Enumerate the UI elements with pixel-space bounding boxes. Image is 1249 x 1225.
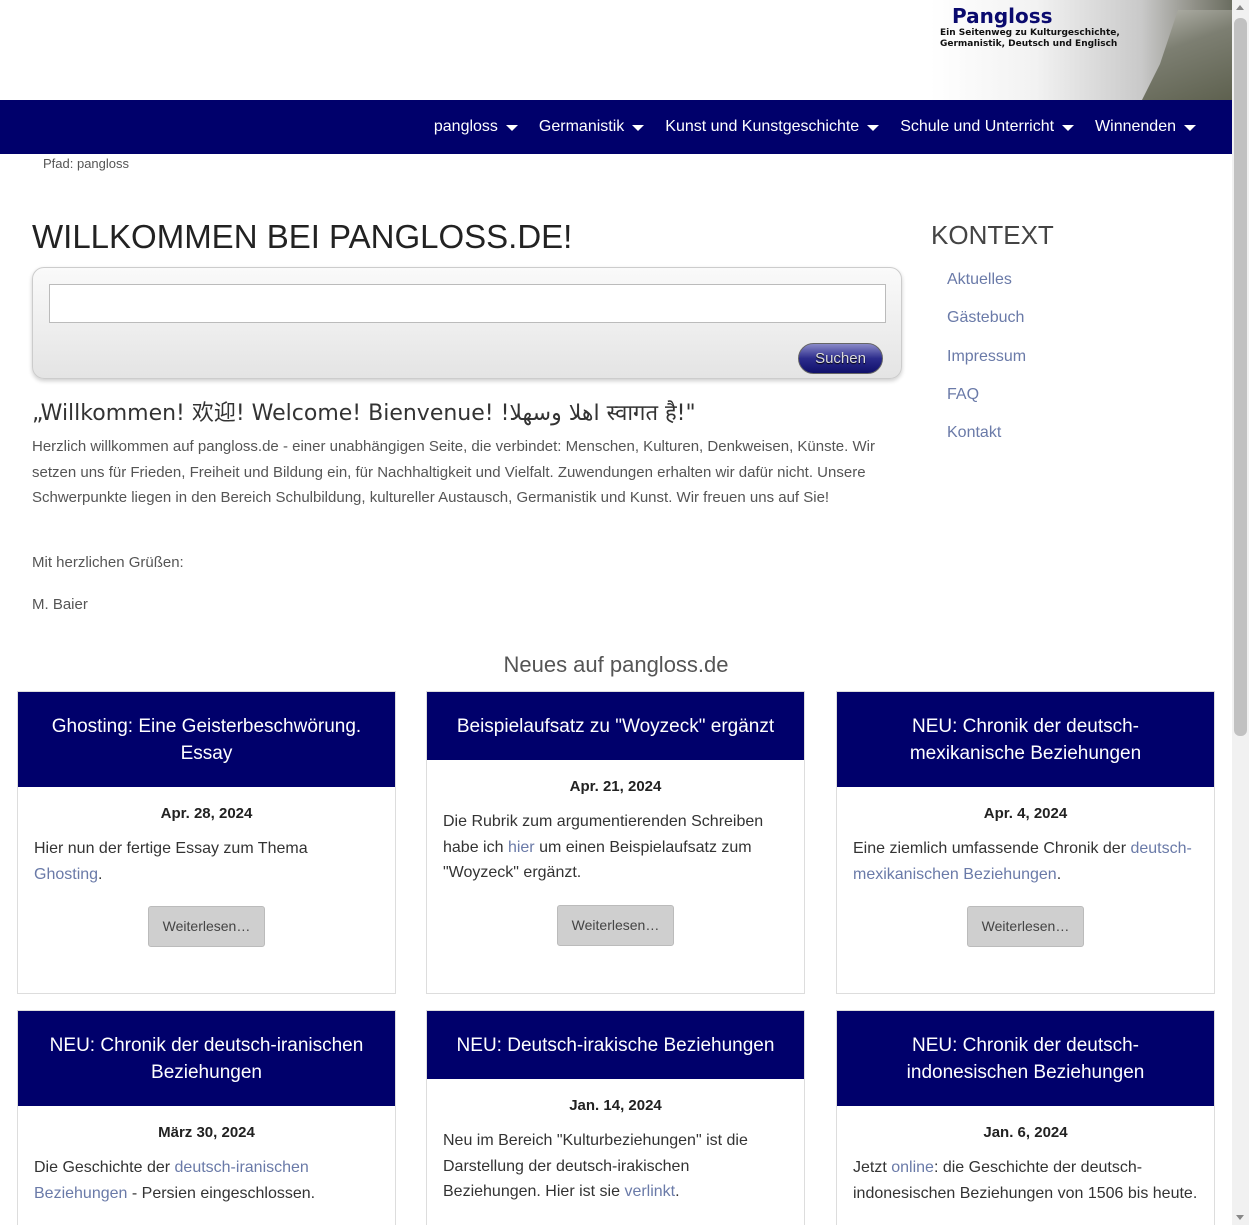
nav-item-label: Schule und Unterricht — [900, 118, 1055, 135]
card-text: Neu im Bereich "Kulturbeziehungen" ist d… — [427, 1128, 804, 1205]
news-title: Neues auf pangloss.de — [503, 652, 729, 677]
card-text-after: - Persien eingeschlossen. — [127, 1184, 316, 1202]
nav-item-label: Germanistik — [538, 118, 625, 135]
card-text: Eine ziemlich umfassende Chronik der deu… — [837, 836, 1214, 887]
card-link[interactable]: hier — [508, 839, 535, 856]
greeting-text: Mit herzlichen Grüßen: — [32, 554, 184, 571]
card-link[interactable]: verlinkt — [624, 1183, 675, 1200]
card-date: Jan. 14, 2024 — [569, 1097, 662, 1114]
card-text-before: Hier nun der fertige Essay zum Thema — [34, 840, 308, 857]
nav-item-germanistik[interactable]: Germanistik — [538, 118, 645, 136]
card-text-before: Neu im Bereich "Kulturbeziehungen" ist d… — [443, 1132, 748, 1200]
nav-item-pangloss[interactable]: pangloss — [434, 118, 518, 136]
scrollbar-thumb[interactable] — [1234, 18, 1247, 736]
card-text-before: Jetzt — [853, 1159, 892, 1176]
card-title[interactable]: NEU: Chronik der deutsch-indonesischen B… — [837, 1011, 1214, 1106]
card-text: Die Geschichte der deutsch-iranischen Be… — [18, 1155, 395, 1206]
sidebar-link-aktuelles[interactable]: Aktuelles — [947, 268, 1026, 306]
news-card: NEU: Deutsch-irakische Beziehungen Jan. … — [426, 1010, 805, 1225]
breadcrumb: Pfad: pangloss — [43, 156, 130, 171]
intro-text: Herzlich willkommen auf pangloss.de - ei… — [32, 438, 875, 506]
read-more-button[interactable]: Weiterlesen… — [148, 906, 265, 947]
caret-down-icon — [632, 125, 645, 131]
caret-down-icon — [867, 125, 880, 131]
card-title[interactable]: NEU: Deutsch-irakische Beziehungen — [427, 1011, 804, 1079]
sidebar-links: Aktuelles Gästebuch Impressum FAQ Kontak… — [947, 268, 1026, 459]
news-card: NEU: Chronik der deutsch-iranischen Bezi… — [17, 1010, 396, 1225]
sidebar-title: KONTEXT — [931, 220, 1054, 250]
nav-item-label: Kunst und Kunstgeschichte — [665, 118, 860, 135]
sidebar-link-gaestebuch[interactable]: Gästebuch — [947, 306, 1026, 344]
nav-item-label: pangloss — [433, 118, 498, 135]
sidebar-link-impressum[interactable]: Impressum — [947, 345, 1026, 383]
nav-item-winnenden[interactable]: Winnenden — [1095, 118, 1196, 136]
logo-subtitle: Ein Seitenweg zu Kulturgeschichte, Germa… — [940, 28, 1130, 50]
card-date: Apr. 4, 2024 — [983, 805, 1068, 822]
card-title[interactable]: NEU: Chronik der deutsch-mexikanische Be… — [837, 692, 1214, 787]
nav-item-label: Winnenden — [1095, 118, 1176, 135]
card-title[interactable]: NEU: Chronik der deutsch-iranischen Bezi… — [18, 1011, 395, 1106]
card-text-after: . — [98, 865, 103, 883]
news-card: Beispielaufsatz zu "Woyzeck" ergänzt Apr… — [426, 691, 805, 994]
card-date: März 30, 2024 — [158, 1124, 255, 1141]
sidebar-link-kontakt[interactable]: Kontakt — [947, 421, 1026, 459]
sidebar-link-faq[interactable]: FAQ — [947, 383, 1026, 421]
card-date: Jan. 6, 2024 — [983, 1124, 1068, 1141]
search-form: Suchen — [32, 267, 902, 379]
card-text-before: Die Geschichte der — [34, 1159, 175, 1176]
scroll-down-icon[interactable] — [1236, 1215, 1244, 1220]
main-navigation: pangloss Germanistik Kunst und Kunstgesc… — [0, 100, 1232, 154]
read-more-button[interactable]: Weiterlesen… — [967, 906, 1084, 947]
card-date: Apr. 21, 2024 — [569, 778, 662, 795]
page-scrollbar[interactable] — [1232, 0, 1249, 1225]
site-logo[interactable]: Pangloss Ein Seitenweg zu Kulturgeschich… — [930, 0, 1232, 100]
logo-rock-image — [1142, 10, 1232, 100]
news-card: NEU: Chronik der deutsch-indonesischen B… — [836, 1010, 1215, 1225]
logo-subtitle-line2: Germanistik, Deutsch und Englisch — [940, 39, 1118, 49]
signature-text: M. Baier — [32, 596, 88, 613]
caret-down-icon — [505, 125, 518, 131]
card-link[interactable]: online — [891, 1159, 934, 1176]
logo-subtitle-line1: Ein Seitenweg zu Kulturgeschichte, — [940, 28, 1120, 38]
site-header: Pangloss Ein Seitenweg zu Kulturgeschich… — [0, 0, 1232, 100]
card-text: Jetzt online: die Geschichte der deutsch… — [837, 1155, 1214, 1206]
nav-item-kunst[interactable]: Kunst und Kunstgeschichte — [665, 118, 880, 136]
scroll-up-icon[interactable] — [1236, 5, 1244, 10]
news-card: NEU: Chronik der deutsch-mexikanische Be… — [836, 691, 1215, 994]
caret-down-icon — [1184, 125, 1196, 131]
nav-list: pangloss Germanistik Kunst und Kunstgesc… — [413, 100, 1196, 154]
news-card: Ghosting: Eine Geisterbeschwörung. Essay… — [17, 691, 396, 994]
card-text-after: . — [675, 1183, 680, 1200]
read-more-button[interactable]: Weiterlesen… — [557, 904, 674, 946]
welcome-heading: „Willkommen! 欢迎! Welcome! Bienvenue! !اه… — [32, 401, 696, 426]
logo-title: Pangloss — [952, 4, 1053, 28]
page-title: WILLKOMMEN BEI PANGLOSS.DE! — [32, 218, 573, 255]
nav-item-schule[interactable]: Schule und Unterricht — [900, 118, 1075, 136]
card-text-before: Eine ziemlich umfassende Chronik der — [853, 840, 1131, 857]
search-input[interactable] — [49, 284, 886, 323]
card-title[interactable]: Beispielaufsatz zu "Woyzeck" ergänzt — [427, 692, 804, 760]
card-title[interactable]: Ghosting: Eine Geisterbeschwörung. Essay — [18, 692, 395, 787]
card-date: Apr. 28, 2024 — [160, 805, 253, 822]
card-text: Hier nun der fertige Essay zum Thema Gho… — [18, 836, 395, 887]
card-text: Die Rubrik zum argumentierenden Schreibe… — [427, 809, 804, 886]
card-text-after: . — [1056, 865, 1062, 883]
card-link[interactable]: Ghosting — [34, 866, 98, 883]
caret-down-icon — [1062, 125, 1075, 131]
search-button[interactable]: Suchen — [798, 343, 883, 374]
